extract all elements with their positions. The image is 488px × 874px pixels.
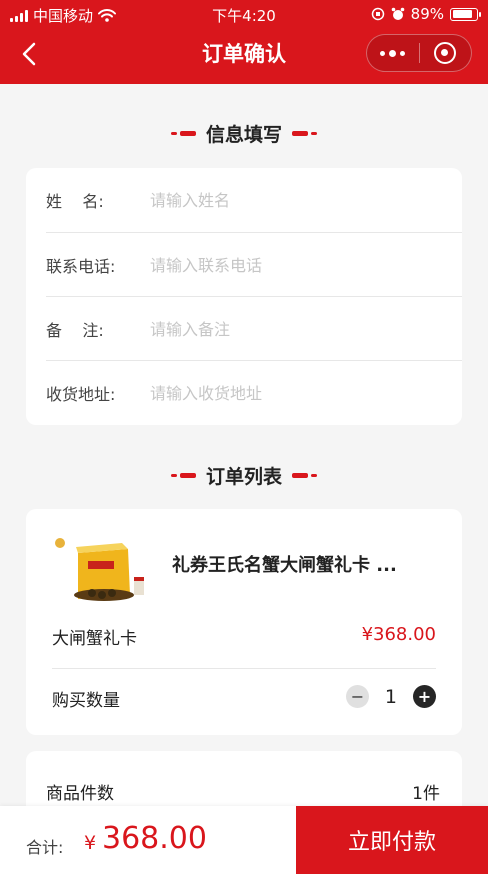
- checkout-bar: 合计: ¥ 368.00 立即付款: [0, 806, 488, 874]
- address-row: 收货地址:: [46, 361, 442, 425]
- decrease-quantity-button[interactable]: −: [345, 685, 369, 708]
- title-decoration-right: [292, 130, 317, 136]
- product-spec: 大闸蟹礼卡: [52, 629, 137, 649]
- title-decoration-right: [292, 472, 317, 478]
- address-label: 收货地址:: [46, 385, 116, 404]
- status-bar: 中国移动 下午4:20 89%: [0, 0, 488, 28]
- product-card: 礼券王氏名蟹大闸蟹礼卡 ... 大闸蟹礼卡 ¥368.00 购买数量 − 1 +: [26, 509, 462, 735]
- address-input[interactable]: [150, 383, 442, 403]
- product-name[interactable]: 礼券王氏名蟹大闸蟹礼卡 ...: [172, 551, 442, 577]
- remark-label: 备 注:: [46, 321, 104, 340]
- more-dots-icon: [380, 49, 406, 57]
- mini-program-capsule: [366, 34, 472, 72]
- orientation-lock-icon: [371, 7, 384, 21]
- phone-row: 联系电话:: [46, 233, 442, 297]
- total-currency: ¥: [84, 832, 97, 854]
- item-count-label: 商品件数: [46, 784, 114, 804]
- name-row: 姓 名:: [46, 168, 442, 232]
- battery-percent: 89%: [410, 5, 444, 23]
- battery-icon: [450, 7, 481, 21]
- increase-quantity-button[interactable]: +: [413, 685, 436, 708]
- phone-input[interactable]: [150, 255, 442, 275]
- title-decoration-left: [170, 130, 196, 136]
- target-circle-icon: [434, 42, 457, 64]
- info-section-title: 信息填写: [0, 118, 488, 148]
- remark-input[interactable]: [150, 319, 442, 339]
- more-button[interactable]: [367, 35, 419, 71]
- remark-row: 备 注:: [46, 297, 442, 361]
- phone-label: 联系电话:: [46, 257, 116, 276]
- quantity-value: 1: [384, 685, 397, 708]
- total-amount: 368.00: [102, 821, 207, 856]
- product-image[interactable]: [48, 533, 156, 607]
- quantity-label: 购买数量: [52, 691, 120, 711]
- product-price: ¥368.00: [361, 624, 436, 645]
- close-miniprogram-button[interactable]: [420, 35, 472, 71]
- pay-now-button[interactable]: 立即付款: [296, 806, 488, 874]
- title-decoration-left: [170, 472, 196, 478]
- name-label: 姓 名:: [46, 192, 104, 211]
- alarm-icon: [391, 7, 404, 20]
- name-input[interactable]: [150, 190, 442, 210]
- total-label: 合计:: [26, 838, 64, 857]
- item-count-value: 1件: [412, 784, 440, 804]
- order-section-title: 订单列表: [0, 460, 488, 490]
- info-form-card: 姓 名: 联系电话: 备 注: 收货地址:: [26, 168, 462, 425]
- quantity-stepper: − 1 +: [345, 685, 436, 708]
- divider: [52, 668, 436, 669]
- top-bar: 中国移动 下午4:20 89% 订单确认: [0, 0, 488, 84]
